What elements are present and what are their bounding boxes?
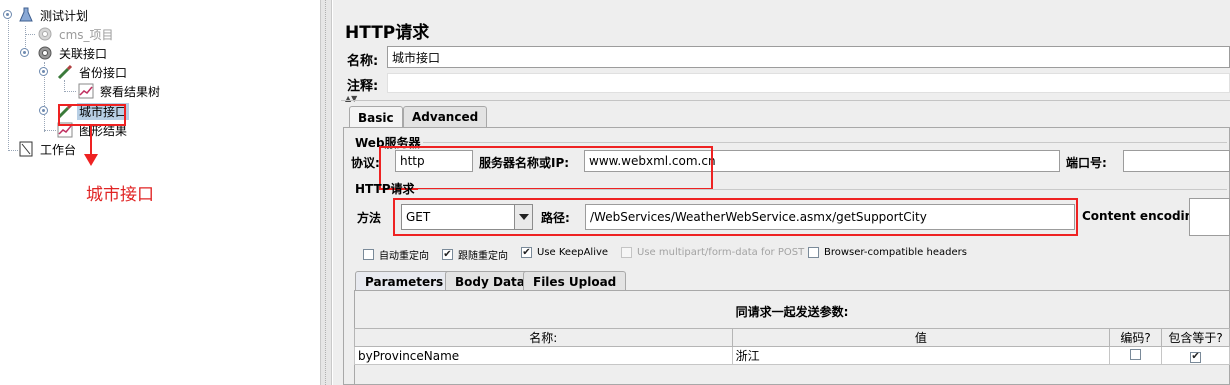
browser-headers-checkbox[interactable]: Browser-compatible headers: [808, 247, 967, 258]
clipboard-icon: [18, 141, 34, 157]
tree-connector: [44, 130, 56, 131]
name-field[interactable]: 城市接口: [387, 46, 1230, 68]
annotation-arrow: [90, 126, 92, 156]
annotation-highlight-box: [379, 146, 713, 190]
option-label: 自动重定向: [379, 251, 429, 262]
follow-redirect-checkbox[interactable]: ✔ 跟随重定向: [442, 247, 508, 262]
name-label: 名称:: [347, 54, 379, 69]
parameters-caption: 同请求一起发送参数:: [735, 305, 849, 319]
tree-node-cms-project[interactable]: cms_项目: [37, 25, 116, 43]
collapse-arrow-icon[interactable]: ▲▼: [345, 94, 357, 103]
expand-handle[interactable]: [3, 10, 12, 19]
chart-icon: [78, 83, 94, 99]
column-header-include-equals[interactable]: 包含等于?: [1161, 328, 1230, 347]
tab-basic[interactable]: Basic: [349, 106, 403, 128]
option-label: Use KeepAlive: [537, 247, 609, 258]
param-include-equals-cell[interactable]: ✔: [1161, 346, 1230, 365]
comment-label: 注释:: [347, 79, 379, 94]
tree-connector: [64, 91, 76, 92]
param-value-cell[interactable]: 浙江: [731, 346, 1111, 365]
annotation-label: 城市接口: [86, 185, 154, 205]
table-header-row: 名称: 值 编码? 包含等于?: [354, 328, 1230, 347]
annotation-highlight-box: [393, 198, 1078, 236]
content-encoding-field[interactable]: [1189, 198, 1230, 236]
tree-node-linked-api[interactable]: 关联接口: [37, 44, 109, 62]
checkbox-box[interactable]: ✔: [521, 247, 532, 258]
annotation-arrow-head: [84, 154, 98, 166]
checkbox-box[interactable]: [1130, 348, 1142, 360]
tree-connector: [8, 17, 9, 149]
checkbox-box[interactable]: ✔: [1190, 351, 1202, 363]
tree-node-label: 察看结果树: [100, 84, 161, 99]
tab-parameters[interactable]: Parameters: [355, 271, 454, 291]
param-encode-cell[interactable]: [1109, 346, 1163, 365]
option-label: Use multipart/form-data for POST: [637, 247, 805, 258]
keepalive-checkbox[interactable]: ✔ Use KeepAlive: [521, 247, 608, 258]
expand-handle[interactable]: [39, 106, 48, 115]
checkbox-box[interactable]: ✔: [442, 249, 453, 260]
content-encoding-label: Content encoding:: [1082, 209, 1207, 223]
gear-icon: [37, 26, 53, 42]
flask-icon: [18, 7, 34, 23]
tree-node-label: 省份接口: [79, 65, 128, 80]
tree-node-label: cms_项目: [59, 27, 114, 42]
checkbox-box[interactable]: [363, 249, 374, 260]
divider: [418, 189, 1227, 190]
tree-node-province-api[interactable]: 省份接口: [57, 63, 129, 81]
divider: [423, 142, 1227, 143]
multipart-checkbox: Use multipart/form-data for POST: [621, 247, 804, 258]
pane-splitter[interactable]: [320, 0, 332, 385]
tab-files-upload[interactable]: Files Upload: [523, 271, 627, 291]
port-label: 端口号:: [1066, 156, 1107, 170]
divider: [341, 100, 1230, 101]
pipette-icon: [57, 64, 73, 80]
option-label: 跟随重定向: [458, 251, 508, 262]
expand-handle[interactable]: [39, 67, 48, 76]
annotation-highlight-box: [58, 104, 126, 126]
column-header-value[interactable]: 值: [731, 328, 1111, 347]
expand-handle[interactable]: [20, 48, 29, 57]
tab-body-data[interactable]: Body Data: [445, 271, 535, 291]
column-header-name[interactable]: 名称:: [354, 328, 733, 347]
tree-node-label: 测试计划: [40, 8, 89, 23]
page-title: HTTP请求: [345, 23, 430, 43]
auto-redirect-checkbox[interactable]: 自动重定向: [363, 247, 429, 262]
tree-node-test-plan[interactable]: 测试计划: [18, 6, 90, 24]
tree-node-results-tree[interactable]: 察看结果树: [78, 82, 162, 100]
tree-node-label: 关联接口: [59, 46, 108, 61]
tree-connector: [25, 34, 35, 35]
method-label: 方法: [357, 211, 382, 225]
tree-node-label: 工作台: [40, 142, 77, 157]
comment-field[interactable]: [387, 73, 1230, 93]
port-field[interactable]: [1123, 150, 1230, 172]
tab-advanced[interactable]: Advanced: [403, 106, 488, 127]
protocol-label: 协议:: [351, 156, 380, 170]
column-header-encode[interactable]: 编码?: [1109, 328, 1163, 347]
tree-node-workbench[interactable]: 工作台: [18, 140, 78, 158]
test-plan-tree: 测试计划 cms_项目 关联接口 省份接口 察看结果树 城市接口 图形结果 工作…: [0, 0, 320, 385]
parameters-table: 名称: 值 编码? 包含等于? byProvinceName 浙江 ✔: [354, 328, 1230, 365]
param-name-cell[interactable]: byProvinceName: [354, 346, 733, 365]
checkbox-box: [621, 247, 632, 258]
option-label: Browser-compatible headers: [824, 247, 967, 258]
checkbox-box[interactable]: [808, 247, 819, 258]
http-request-group-title: HTTP请求: [355, 182, 415, 196]
tree-connector: [8, 150, 18, 151]
table-row[interactable]: byProvinceName 浙江 ✔: [354, 346, 1230, 365]
gear-icon: [37, 45, 53, 61]
